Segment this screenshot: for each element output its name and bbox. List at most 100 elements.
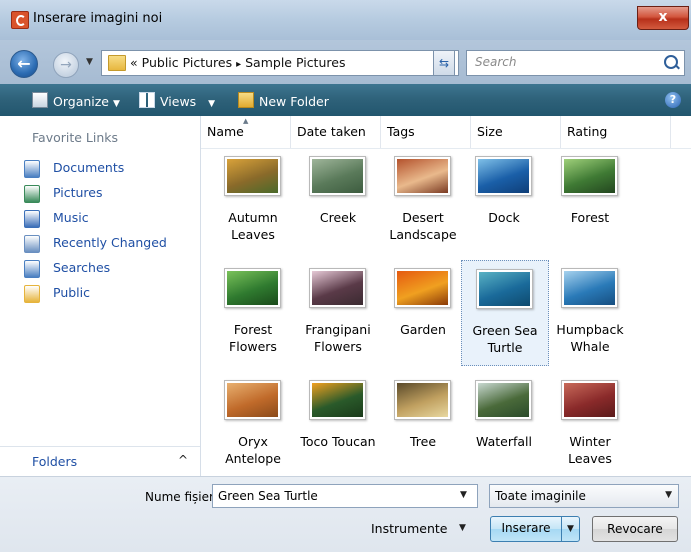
column-size[interactable]: Size bbox=[471, 116, 561, 148]
documents-icon bbox=[24, 160, 40, 178]
filename-dropdown-icon[interactable]: ▼ bbox=[460, 490, 467, 500]
thumbnail bbox=[394, 156, 451, 196]
file-name-line: Toco Toucan bbox=[300, 434, 376, 449]
close-button[interactable]: x bbox=[637, 6, 689, 30]
file-name-line: Green Sea bbox=[472, 323, 538, 338]
address-row: ← → ▼ « Public Pictures ▸ Sample Picture… bbox=[0, 40, 691, 84]
sidebar-item-label: Searches bbox=[53, 260, 111, 275]
breadcrumb-overflow[interactable]: « bbox=[130, 55, 138, 70]
file-name-line: Creek bbox=[319, 210, 357, 225]
thumbnail bbox=[475, 156, 532, 196]
thumbnail-image bbox=[312, 383, 363, 417]
folders-label: Folders bbox=[32, 454, 78, 469]
file-item[interactable]: Green Sea Turtle bbox=[461, 260, 549, 366]
breadcrumb: « Public Pictures ▸ Sample Pictures bbox=[130, 55, 345, 70]
file-item[interactable]: Oryx Antelope bbox=[210, 372, 296, 476]
breadcrumb-public-pictures[interactable]: Public Pictures bbox=[142, 55, 232, 70]
file-type-select[interactable]: Toate imaginile ▼ bbox=[489, 484, 679, 508]
insert-dropdown-icon[interactable]: ▼ bbox=[561, 517, 579, 541]
file-name-line: Forest bbox=[233, 322, 273, 337]
thumbnail bbox=[224, 268, 281, 308]
navigation-pane: Favorite Links Documents Pictures Music Rec… bbox=[0, 116, 201, 477]
tools-button[interactable]: Instrumente bbox=[371, 521, 447, 536]
file-item[interactable]: Frangipani Flowers bbox=[295, 260, 381, 364]
sidebar-item-label: Pictures bbox=[53, 185, 103, 200]
search-icon[interactable] bbox=[664, 55, 678, 69]
search-input[interactable]: Search bbox=[466, 50, 685, 76]
address-bar[interactable]: « Public Pictures ▸ Sample Pictures ▼ bbox=[101, 50, 459, 76]
thumbnail bbox=[309, 380, 366, 420]
tools-dropdown-icon[interactable]: ▼ bbox=[459, 523, 466, 533]
file-item[interactable]: Dock bbox=[461, 148, 547, 252]
file-item[interactable]: Desert Landscape bbox=[380, 148, 466, 252]
organize-label: Organize bbox=[53, 94, 109, 109]
file-item[interactable]: Toco Toucan bbox=[295, 372, 381, 476]
favorite-links-header: Favorite Links bbox=[32, 130, 119, 145]
forward-button[interactable]: → bbox=[53, 52, 79, 78]
sidebar-item-label: Recently Changed bbox=[53, 235, 167, 250]
help-icon[interactable]: ? bbox=[665, 92, 681, 108]
sidebar-item-recently-changed[interactable]: Recently Changed bbox=[24, 233, 194, 253]
sidebar-item-label: Documents bbox=[53, 160, 125, 175]
column-name[interactable]: Name ▲ bbox=[201, 116, 291, 148]
thumbnail-image bbox=[397, 383, 448, 417]
file-name: Oryx Antelope bbox=[210, 433, 296, 467]
file-name: Autumn Leaves bbox=[210, 209, 296, 243]
sidebar-item-documents[interactable]: Documents bbox=[24, 158, 194, 178]
search-placeholder: Search bbox=[475, 55, 517, 69]
file-name: Green Sea Turtle bbox=[462, 322, 548, 356]
refresh-button[interactable]: ⇆ bbox=[433, 50, 455, 76]
file-name-line: Waterfall bbox=[476, 434, 532, 449]
file-name-line: Humpback bbox=[556, 322, 624, 337]
file-item[interactable]: Winter Leaves bbox=[547, 372, 633, 476]
file-item[interactable]: Forest Flowers bbox=[210, 260, 296, 364]
new-folder-label: New Folder bbox=[259, 94, 329, 109]
cancel-button[interactable]: Revocare bbox=[592, 516, 678, 542]
sort-ascending-icon: ▲ bbox=[243, 117, 249, 125]
thumbnail bbox=[224, 380, 281, 420]
history-dropdown-icon[interactable]: ▼ bbox=[86, 57, 93, 67]
column-tags[interactable]: Tags bbox=[381, 116, 471, 148]
thumbnail-image bbox=[564, 271, 615, 305]
folders-toggle[interactable]: Folders ^ bbox=[0, 446, 200, 477]
file-name-line: Tree bbox=[409, 434, 437, 449]
file-name-line: Turtle bbox=[487, 340, 523, 355]
sidebar-item-public[interactable]: Public bbox=[24, 283, 194, 303]
file-item[interactable]: Autumn Leaves bbox=[210, 148, 296, 252]
filename-input[interactable]: Green Sea Turtle ▼ bbox=[212, 484, 478, 508]
file-name: Desert Landscape bbox=[380, 209, 466, 243]
file-item[interactable]: Garden bbox=[380, 260, 466, 364]
insert-button[interactable]: Inserare ▼ bbox=[490, 516, 580, 542]
insert-label: Inserare bbox=[501, 521, 551, 535]
file-item[interactable]: Waterfall bbox=[461, 372, 547, 476]
command-bar: Organize ▼ Views ▼ New Folder bbox=[0, 84, 691, 116]
views-button[interactable]: Views ▼ bbox=[139, 92, 215, 109]
filename-label-text: Nume fișier: bbox=[145, 490, 218, 504]
file-item[interactable]: Forest bbox=[547, 148, 633, 252]
organize-button[interactable]: Organize ▼ bbox=[32, 92, 120, 109]
back-button[interactable]: ← bbox=[10, 50, 38, 78]
sidebar-item-pictures[interactable]: Pictures bbox=[24, 183, 194, 203]
file-name: Waterfall bbox=[461, 433, 547, 450]
file-name-line: Dock bbox=[488, 210, 520, 225]
breadcrumb-sample-pictures[interactable]: Sample Pictures bbox=[245, 55, 345, 70]
title-bar: Inserare imagini noi x bbox=[0, 0, 691, 40]
thumbnail bbox=[561, 268, 618, 308]
column-date-taken[interactable]: Date taken bbox=[291, 116, 381, 148]
thumbnail bbox=[309, 156, 366, 196]
column-rating[interactable]: Rating bbox=[561, 116, 671, 148]
thumbnail-image bbox=[478, 159, 529, 193]
thumbnail bbox=[561, 156, 618, 196]
file-name: Forest bbox=[547, 209, 633, 226]
sidebar-item-music[interactable]: Music bbox=[24, 208, 194, 228]
file-item[interactable]: Humpback Whale bbox=[547, 260, 633, 364]
breadcrumb-separator-icon[interactable]: ▸ bbox=[236, 59, 241, 70]
back-arrow-icon: ← bbox=[17, 54, 31, 73]
column-headers: Name ▲ Date taken Tags Size Rating bbox=[201, 116, 691, 149]
chevron-down-icon: ▼ bbox=[112, 99, 120, 109]
file-item[interactable]: Tree bbox=[380, 372, 466, 476]
new-folder-button[interactable]: New Folder bbox=[238, 92, 329, 109]
thumbnail-image bbox=[312, 271, 363, 305]
file-item[interactable]: Creek bbox=[295, 148, 381, 252]
sidebar-item-searches[interactable]: Searches bbox=[24, 258, 194, 278]
